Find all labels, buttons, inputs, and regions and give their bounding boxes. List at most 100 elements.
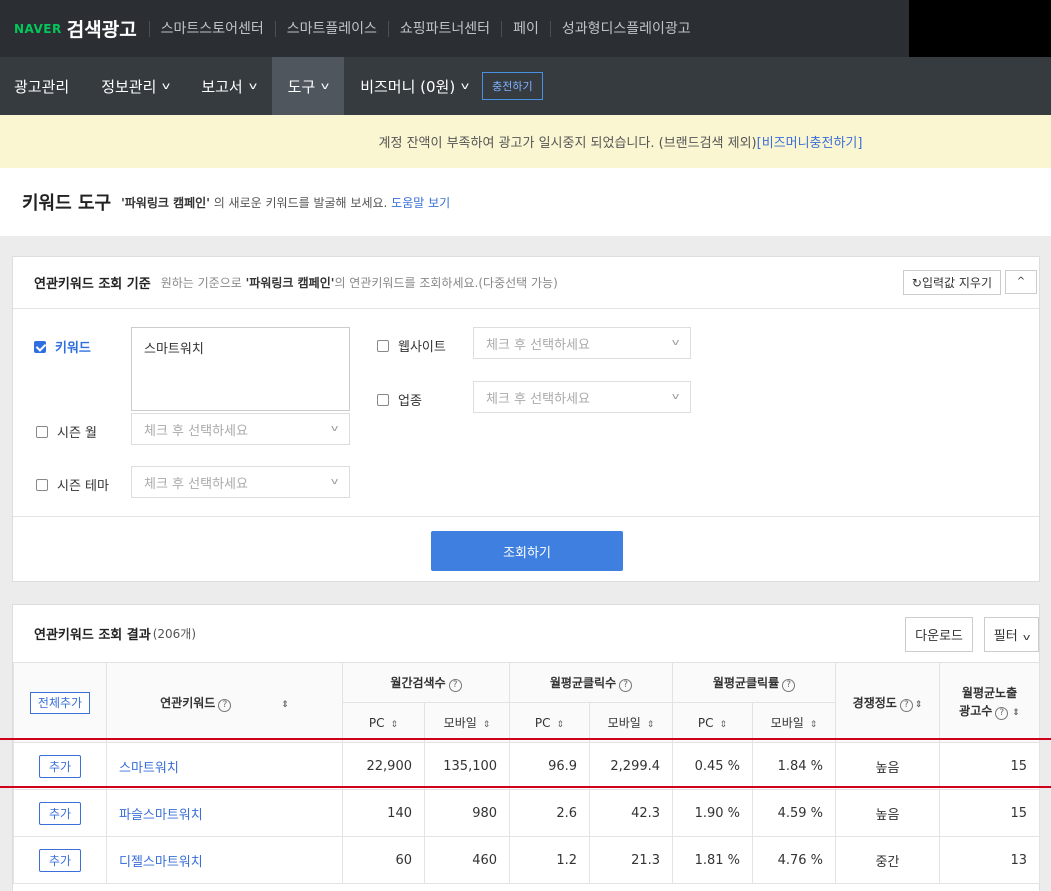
charge-button[interactable]: 충전하기 xyxy=(482,72,543,100)
top-link-display-ads[interactable]: 성과형디스플레이광고 xyxy=(549,20,702,37)
monthly-search-header: 월간검색수? xyxy=(341,662,511,703)
clicks-pc-header[interactable]: PC ⇕ xyxy=(509,702,591,743)
filter-button[interactable]: 필터 v xyxy=(983,617,1039,652)
criteria-description: 원하는 기준으로 '파워링크 캠페인'의 연관키워드를 조회하세요.(다중선택 … xyxy=(161,274,558,291)
sort-icon[interactable]: ⇕ xyxy=(557,720,565,730)
refresh-icon: ↻ xyxy=(911,276,922,290)
season-month-checkbox[interactable] xyxy=(36,425,48,438)
ctr-mobile-header[interactable]: 모바일 ⇕ xyxy=(752,702,837,743)
help-icon[interactable]: ? xyxy=(995,706,1009,720)
keyword-label: 키워드 xyxy=(55,341,91,356)
search-button[interactable]: 조회하기 xyxy=(431,531,623,571)
season-month-checkbox-row[interactable]: 시즌 월 xyxy=(36,422,97,441)
add-button[interactable]: 추가 xyxy=(38,801,82,825)
industry-select[interactable]: 체크 후 선택하세요 v xyxy=(473,381,691,413)
header-label: 월평균노출 xyxy=(961,685,1018,700)
keyword-checkbox-row[interactable]: 키워드 xyxy=(34,337,91,356)
sort-icon[interactable]: ⇕ xyxy=(483,720,491,730)
add-button[interactable]: 추가 xyxy=(38,848,82,872)
help-icon[interactable]: ? xyxy=(782,678,796,692)
ad-count-cell: 13 xyxy=(939,836,1041,884)
filter-label: 필터 xyxy=(993,629,1018,644)
chevron-down-icon: v xyxy=(330,424,339,434)
industry-checkbox-row[interactable]: 업종 xyxy=(377,390,422,409)
bizmoney-charge-link[interactable]: [비즈머니충전하기] xyxy=(757,132,863,151)
competition-header[interactable]: 경쟁정도? ⇕ xyxy=(835,662,941,743)
header-label: 월평균클릭률 xyxy=(712,675,780,690)
table-row: 추가 파슬스마트워치 140 980 2.6 42.3 1.90 % 4.59 … xyxy=(13,789,1041,837)
nav-info-management[interactable]: 정보관리 v xyxy=(85,57,185,115)
help-icon[interactable]: ? xyxy=(619,678,633,692)
help-icon[interactable]: ? xyxy=(899,698,913,712)
add-button[interactable]: 추가 xyxy=(38,754,82,778)
top-link-pay[interactable]: 페이 xyxy=(501,20,550,37)
divider xyxy=(13,516,1039,517)
top-link-shopping-partner[interactable]: 쇼핑파트너센터 xyxy=(387,20,501,37)
keyword-checkbox[interactable] xyxy=(34,340,46,353)
website-select[interactable]: 체크 후 선택하세요 v xyxy=(473,327,691,359)
season-theme-select[interactable]: 체크 후 선택하세요 v xyxy=(131,466,350,498)
season-theme-checkbox[interactable] xyxy=(36,478,48,491)
nav-ad-management[interactable]: 광고관리 xyxy=(0,57,85,115)
keyword-cell[interactable]: 파슬스마트워치 xyxy=(106,789,343,837)
results-table: 전체추가 연관키워드? ⇕ 월간검색수? 월평균클릭수? 월평균클릭률? 경쟁정도… xyxy=(13,662,1041,884)
ctr-pc-cell: 1.90 % xyxy=(672,789,754,837)
sort-icon[interactable]: ⇕ xyxy=(1012,708,1020,718)
search-pc-cell: 22,900 xyxy=(342,742,425,790)
keyword-cell[interactable]: 디젤스마트워치 xyxy=(106,836,343,884)
top-links: 스마트스토어센터 스마트플레이스 쇼핑파트너센터 페이 성과형디스플레이광고 xyxy=(148,20,702,37)
account-area[interactable] xyxy=(909,0,1051,57)
notice-text: 계정 잔액이 부족하여 광고가 일시중지 되었습니다. (브랜드검색 제외) xyxy=(378,136,757,151)
keyword-cell[interactable]: 스마트워치 xyxy=(106,742,343,790)
website-checkbox[interactable] xyxy=(377,339,389,352)
header-label: PC xyxy=(697,715,714,730)
top-link-smartstore[interactable]: 스마트스토어센터 xyxy=(148,20,275,37)
reset-input-button[interactable]: ↻입력값 지우기 xyxy=(902,270,1001,295)
search-pc-cell: 140 xyxy=(342,789,425,837)
chevron-down-icon: v xyxy=(461,80,470,92)
logo[interactable]: NAVER 검색광고 xyxy=(0,15,137,42)
sort-icon[interactable]: ⇕ xyxy=(720,720,728,730)
industry-checkbox[interactable] xyxy=(377,393,389,406)
header-label: 월간검색수 xyxy=(390,675,446,690)
header-label: 광고수 xyxy=(959,703,993,718)
naver-logo: NAVER xyxy=(14,21,62,36)
ad-count-header[interactable]: 월평균노출광고수? ⇕ xyxy=(939,662,1041,743)
industry-label: 업종 xyxy=(398,394,422,409)
sort-icon[interactable]: ⇕ xyxy=(391,720,399,730)
monthly-ctr-header: 월평균클릭률? xyxy=(672,662,837,703)
nav-tools[interactable]: 도구 v xyxy=(271,57,345,115)
criteria-panel: 연관키워드 조회 기준 원하는 기준으로 '파워링크 캠페인'의 연관키워드를 … xyxy=(12,256,1040,582)
add-cell: 추가 xyxy=(13,836,107,884)
campaign-name: '파워링크 캠페인' xyxy=(121,195,210,210)
season-theme-checkbox-row[interactable]: 시즌 테마 xyxy=(36,475,109,494)
top-link-smartplace[interactable]: 스마트플레이스 xyxy=(274,20,388,37)
click-pc-cell: 1.2 xyxy=(509,836,591,884)
nav-reports[interactable]: 보고서 v xyxy=(185,57,271,115)
page-desc-text: 의 새로운 키워드를 발굴해 보세요. xyxy=(209,195,392,210)
search-mobile-cell: 460 xyxy=(423,836,511,884)
add-all-button[interactable]: 전체추가 xyxy=(29,692,91,714)
nav-bizmoney[interactable]: 비즈머니 (0원) v 충전하기 xyxy=(344,57,558,115)
help-icon[interactable]: ? xyxy=(448,678,462,692)
ctr-pc-header[interactable]: PC ⇕ xyxy=(672,702,754,743)
sort-icon[interactable]: ⇕ xyxy=(281,700,289,710)
sort-icon[interactable]: ⇕ xyxy=(810,720,818,730)
website-checkbox-row[interactable]: 웹사이트 xyxy=(377,336,446,355)
sort-icon[interactable]: ⇕ xyxy=(647,720,655,730)
keyword-textarea[interactable]: 스마트워치 xyxy=(131,327,350,411)
help-icon[interactable]: ? xyxy=(218,698,232,712)
collapse-button[interactable]: ^ xyxy=(1005,270,1037,294)
click-mobile-cell: 21.3 xyxy=(589,836,674,884)
search-pc-header[interactable]: PC ⇕ xyxy=(342,702,425,743)
chevron-down-icon: v xyxy=(330,477,339,487)
download-button[interactable]: 다운로드 xyxy=(905,617,973,652)
search-mobile-header[interactable]: 모바일 ⇕ xyxy=(423,702,511,743)
results-count: (206개) xyxy=(152,627,197,641)
clicks-mobile-header[interactable]: 모바일 ⇕ xyxy=(589,702,674,743)
season-month-select[interactable]: 체크 후 선택하세요 v xyxy=(131,413,350,445)
help-link[interactable]: 도움말 보기 xyxy=(391,196,450,210)
sort-icon[interactable]: ⇕ xyxy=(915,700,923,710)
search-mobile-cell: 135,100 xyxy=(423,742,511,790)
keyword-header[interactable]: 연관키워드? ⇕ xyxy=(106,662,343,743)
